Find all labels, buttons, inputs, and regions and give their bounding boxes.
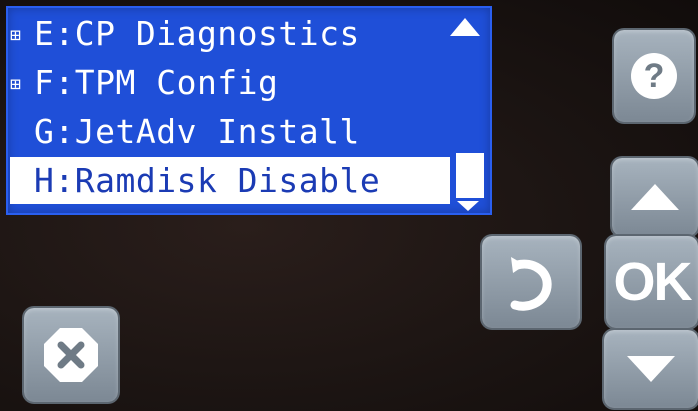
menu-item-cp-diagnostics[interactable]: ⊞ E:CP Diagnostics [10,10,450,57]
printer-control-panel: ⊞ E:CP Diagnostics ⊞ F:TPM Config G:JetAdv… [0,0,698,411]
scroll-up-arrow-icon [450,18,480,36]
scroll-down-arrow-icon [457,201,479,211]
menu-item-label: H:Ramdisk Disable [34,161,381,200]
menu-item-jetadv-install[interactable]: G:JetAdv Install [10,108,450,155]
ok-label: OK [613,252,693,312]
back-icon [510,257,552,311]
svg-text:?: ? [644,57,665,95]
up-button[interactable] [612,158,698,236]
arrow-up-icon [631,184,679,210]
expand-icon: ⊞ [10,25,22,46]
cancel-button[interactable] [24,308,118,402]
scrollbar-thumb[interactable] [456,153,484,198]
arrow-down-icon [627,356,675,382]
menu-item-label: F:TPM Config [34,63,279,102]
expand-icon: ⊞ [10,74,22,95]
menu-item-label: E:CP Diagnostics [34,14,360,53]
menu-item-ramdisk-disable[interactable]: H:Ramdisk Disable [10,157,450,204]
help-button[interactable]: ? [614,30,694,122]
menu-item-tpm-config[interactable]: ⊞ F:TPM Config [10,59,450,106]
help-icon: ? [631,53,677,99]
menu-item-label: G:JetAdv Install [34,112,360,151]
back-button[interactable] [482,236,580,328]
ok-button[interactable]: OK [606,236,698,328]
down-button[interactable] [604,330,698,408]
cancel-icon [44,328,98,382]
lcd-display: ⊞ E:CP Diagnostics ⊞ F:TPM Config G:JetAdv… [6,6,492,215]
